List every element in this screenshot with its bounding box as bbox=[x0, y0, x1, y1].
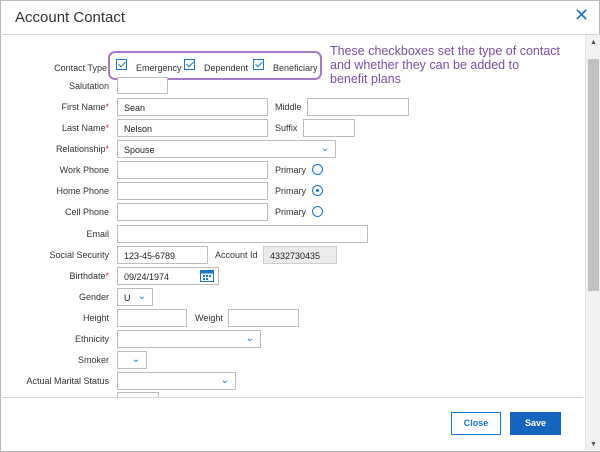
footer-divider bbox=[2, 397, 583, 398]
marital-status-label: Actual Marital Status bbox=[26, 376, 109, 386]
calendar-icon[interactable] bbox=[200, 269, 214, 282]
dialog-title: Account Contact bbox=[15, 9, 126, 26]
work-phone-primary-radio[interactable] bbox=[312, 164, 323, 175]
height-input[interactable] bbox=[117, 309, 187, 327]
gender-select[interactable]: U ⌄ bbox=[117, 288, 153, 306]
chevron-down-icon: ⌄ bbox=[320, 143, 329, 154]
marital-status-select[interactable]: ⌄ bbox=[117, 372, 236, 390]
ethnicity-label: Ethnicity bbox=[74, 334, 109, 344]
weight-label: Weight bbox=[195, 313, 223, 323]
callout-annotation: These checkboxes set the type of contact… bbox=[330, 44, 560, 86]
first-name-input[interactable]: Sean bbox=[117, 98, 268, 116]
scroll-down-icon[interactable]: ▼ bbox=[590, 441, 597, 448]
scroll-up-icon[interactable]: ▲ bbox=[590, 39, 597, 46]
height-label: Height bbox=[82, 313, 109, 323]
ssn-label: Social Security bbox=[49, 250, 109, 260]
salutation-label: Salutation bbox=[68, 81, 109, 91]
callout-highlight bbox=[108, 51, 322, 80]
first-name-label: First Name* bbox=[61, 102, 109, 112]
gender-label: Gender bbox=[78, 292, 109, 302]
header-divider bbox=[2, 34, 598, 35]
ethnicity-select[interactable]: ⌄ bbox=[117, 330, 261, 348]
close-icon[interactable]: ✕ bbox=[574, 5, 589, 25]
cell-phone-label: Cell Phone bbox=[64, 207, 109, 217]
salutation-input[interactable] bbox=[117, 77, 168, 94]
account-id-value: 4332730435 bbox=[263, 246, 337, 264]
chevron-down-icon: ⌄ bbox=[131, 354, 140, 365]
cell-phone-input[interactable] bbox=[117, 203, 268, 221]
weight-input[interactable] bbox=[228, 309, 299, 327]
home-phone-primary-radio[interactable] bbox=[312, 185, 323, 196]
ssn-input[interactable]: 123-45-6789 bbox=[117, 246, 208, 264]
suffix-label: Suffix bbox=[275, 123, 298, 133]
close-button[interactable]: Close bbox=[451, 412, 501, 435]
middle-input[interactable] bbox=[307, 98, 409, 116]
cell-phone-primary-radio[interactable] bbox=[312, 206, 323, 217]
work-phone-label: Work Phone bbox=[59, 165, 109, 175]
smoker-label: Smoker bbox=[77, 355, 109, 365]
last-name-label: Last Name* bbox=[61, 123, 109, 133]
birthdate-label: Birthdate* bbox=[69, 271, 109, 281]
suffix-input[interactable] bbox=[303, 119, 355, 137]
home-phone-label: Home Phone bbox=[56, 186, 109, 196]
scrollbar-thumb[interactable] bbox=[588, 59, 599, 291]
cell-primary-label: Primary bbox=[275, 207, 306, 217]
email-label: Email bbox=[86, 229, 109, 239]
chevron-down-icon: ⌄ bbox=[137, 291, 146, 302]
account-contact-dialog: Account Contact ✕ Contact Type Emergency… bbox=[0, 0, 600, 452]
chevron-down-icon: ⌄ bbox=[220, 375, 229, 386]
smoker-select[interactable]: ⌄ bbox=[117, 351, 147, 369]
last-name-input[interactable]: Nelson bbox=[117, 119, 268, 137]
middle-label: Middle bbox=[275, 102, 302, 112]
save-button[interactable]: Save bbox=[510, 412, 561, 435]
vertical-scrollbar[interactable]: ▲ ▼ bbox=[585, 35, 600, 451]
relationship-select[interactable]: Spouse ⌄ bbox=[117, 140, 336, 158]
contact-type-label: Contact Type bbox=[54, 63, 107, 73]
work-phone-input[interactable] bbox=[117, 161, 268, 179]
email-input[interactable] bbox=[117, 225, 368, 243]
home-primary-label: Primary bbox=[275, 186, 306, 196]
relationship-label: Relationship* bbox=[55, 144, 109, 154]
account-id-label: Account Id bbox=[215, 250, 258, 260]
chevron-down-icon: ⌄ bbox=[245, 333, 254, 344]
home-phone-input[interactable] bbox=[117, 182, 268, 200]
work-primary-label: Primary bbox=[275, 165, 306, 175]
